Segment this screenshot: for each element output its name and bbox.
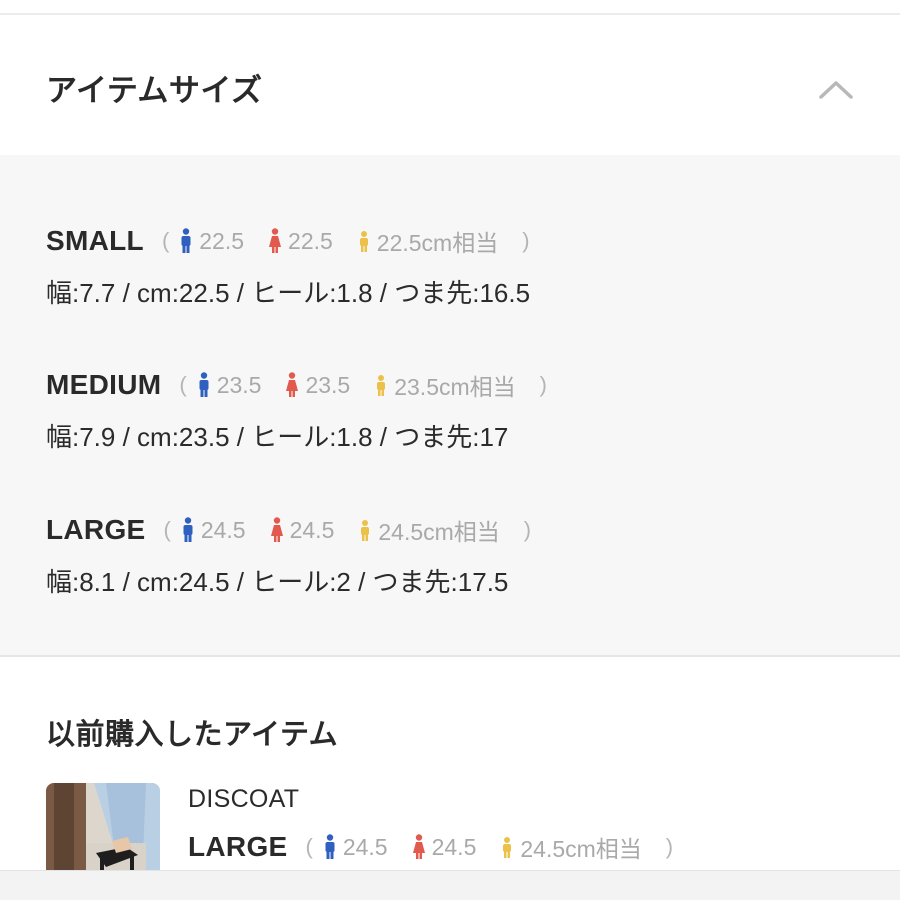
size-header-row: MEDIUM ( 23.5 23.5 23.5cm相当 )	[46, 365, 886, 405]
product-brand[interactable]: DISCOAT	[188, 785, 299, 814]
previous-size-row: LARGE ( 24.5 24.5 24.5cm相当 )	[188, 827, 673, 867]
kids-equivalent: 24.5cm相当	[358, 513, 500, 547]
open-paren: (	[161, 228, 170, 253]
men-equivalent: 23.5	[197, 371, 262, 399]
women-equivalent: 24.5	[412, 833, 477, 861]
kids-size-value: 23.5cm相当	[394, 374, 516, 400]
man-icon	[325, 834, 335, 859]
women-size-value: 24.5	[289, 516, 335, 543]
men-size-value: 23.5	[216, 371, 262, 398]
child-icon	[377, 375, 386, 396]
woman-icon	[412, 834, 425, 859]
kids-size-value: 24.5cm相当	[378, 519, 500, 545]
women-equivalent: 24.5	[270, 516, 335, 544]
kids-equivalent: 22.5cm相当	[357, 224, 498, 258]
size-name: LARGE	[46, 514, 146, 545]
woman-icon	[286, 372, 299, 397]
chevron-up-icon	[819, 81, 853, 99]
kids-equivalent: 23.5cm相当	[374, 368, 516, 402]
product-thumbnail[interactable]	[46, 783, 160, 879]
kids-equivalent: 24.5cm相当	[500, 830, 642, 864]
men-size-value: 24.5	[342, 833, 388, 860]
size-list-panel: SMALL ( 22.5 22.5 22.5cm相当 ) 幅:7.7 / cm:…	[0, 155, 900, 657]
man-icon	[181, 228, 191, 253]
child-icon	[503, 837, 512, 858]
kids-size-value: 22.5cm相当	[376, 230, 499, 256]
close-paren: )	[539, 372, 547, 397]
size-option-small: SMALL ( 22.5 22.5 22.5cm相当 ) 幅:7.7 / cm:…	[46, 221, 886, 310]
size-header-row: SMALL ( 22.5 22.5 22.5cm相当 )	[46, 221, 886, 261]
product-photo	[46, 783, 160, 879]
bottom-bar	[0, 870, 900, 900]
size-name: MEDIUM	[46, 369, 162, 400]
item-size-header[interactable]: アイテムサイズ	[0, 15, 900, 155]
close-paren: )	[523, 517, 532, 542]
men-equivalent: 22.5	[179, 228, 244, 255]
size-option-medium: MEDIUM ( 23.5 23.5 23.5cm相当 ) 幅:7.9 / cm…	[46, 365, 886, 454]
section-title: アイテムサイズ	[46, 73, 263, 109]
child-icon	[359, 231, 368, 252]
previous-purchase-title: 以前購入したアイテム	[46, 717, 339, 751]
size-option-large: LARGE ( 24.5 24.5 24.5cm相当 ) 幅:8.1 / cm:…	[46, 510, 886, 599]
women-size-value: 23.5	[305, 371, 351, 398]
close-paren: )	[522, 228, 530, 253]
size-detail: 幅:7.9 / cm:23.5 / ヒール:1.8 / つま先:17	[46, 422, 509, 452]
women-equivalent: 23.5	[285, 372, 350, 399]
women-size-value: 22.5	[288, 227, 333, 254]
child-icon	[361, 520, 370, 541]
man-icon	[183, 517, 193, 542]
men-equivalent: 24.5	[181, 517, 246, 544]
woman-icon	[269, 228, 282, 253]
size-header-row: LARGE ( 24.5 24.5 24.5cm相当 )	[46, 510, 886, 550]
man-icon	[199, 372, 209, 397]
size-detail: 幅:7.7 / cm:22.5 / ヒール:1.8 / つま先:16.5	[46, 278, 531, 308]
open-paren: (	[305, 834, 313, 859]
open-paren: (	[163, 517, 171, 542]
open-paren: (	[179, 372, 187, 397]
size-detail: 幅:8.1 / cm:24.5 / ヒール:2 / つま先:17.5	[46, 567, 509, 597]
woman-icon	[270, 517, 283, 542]
previous-purchase-section: 以前購入したアイテム DISCOAT LARGE ( 24.5 24.5 24.…	[0, 657, 900, 900]
size-name: SMALL	[46, 225, 144, 256]
women-size-value: 24.5	[431, 833, 477, 860]
men-size-value: 22.5	[199, 227, 245, 254]
kids-size-value: 24.5cm相当	[520, 836, 642, 862]
men-equivalent: 24.5	[323, 834, 388, 861]
size-name: LARGE	[188, 831, 288, 862]
men-size-value: 24.5	[200, 516, 246, 543]
collapse-button[interactable]	[808, 67, 864, 111]
women-equivalent: 22.5	[268, 228, 333, 255]
close-paren: )	[665, 834, 674, 859]
